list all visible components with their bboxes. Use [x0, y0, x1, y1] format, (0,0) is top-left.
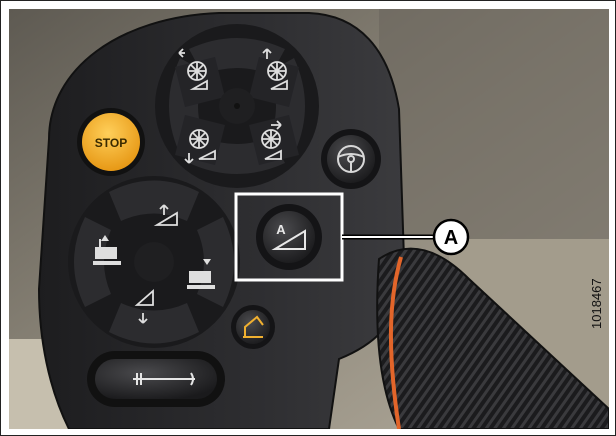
joystick-photo: STOP A A 1018467 [9, 9, 609, 429]
stop-button[interactable]: STOP [77, 108, 145, 176]
auto-button-letter: A [276, 222, 286, 237]
callout-letter: A [444, 227, 458, 249]
figure-number: 1018467 [589, 278, 604, 329]
reel-control-pad[interactable] [155, 24, 319, 188]
figure-frame: STOP A A 1018467 [0, 0, 616, 436]
header-float-button[interactable] [231, 305, 275, 349]
stop-label: STOP [95, 136, 127, 150]
steering-wheel-button[interactable] [321, 129, 381, 189]
unload-auger-rocker-switch[interactable] [87, 351, 225, 407]
auto-header-height-button[interactable]: A [256, 204, 322, 270]
callout-a: A [432, 218, 470, 256]
background-window [379, 9, 609, 239]
